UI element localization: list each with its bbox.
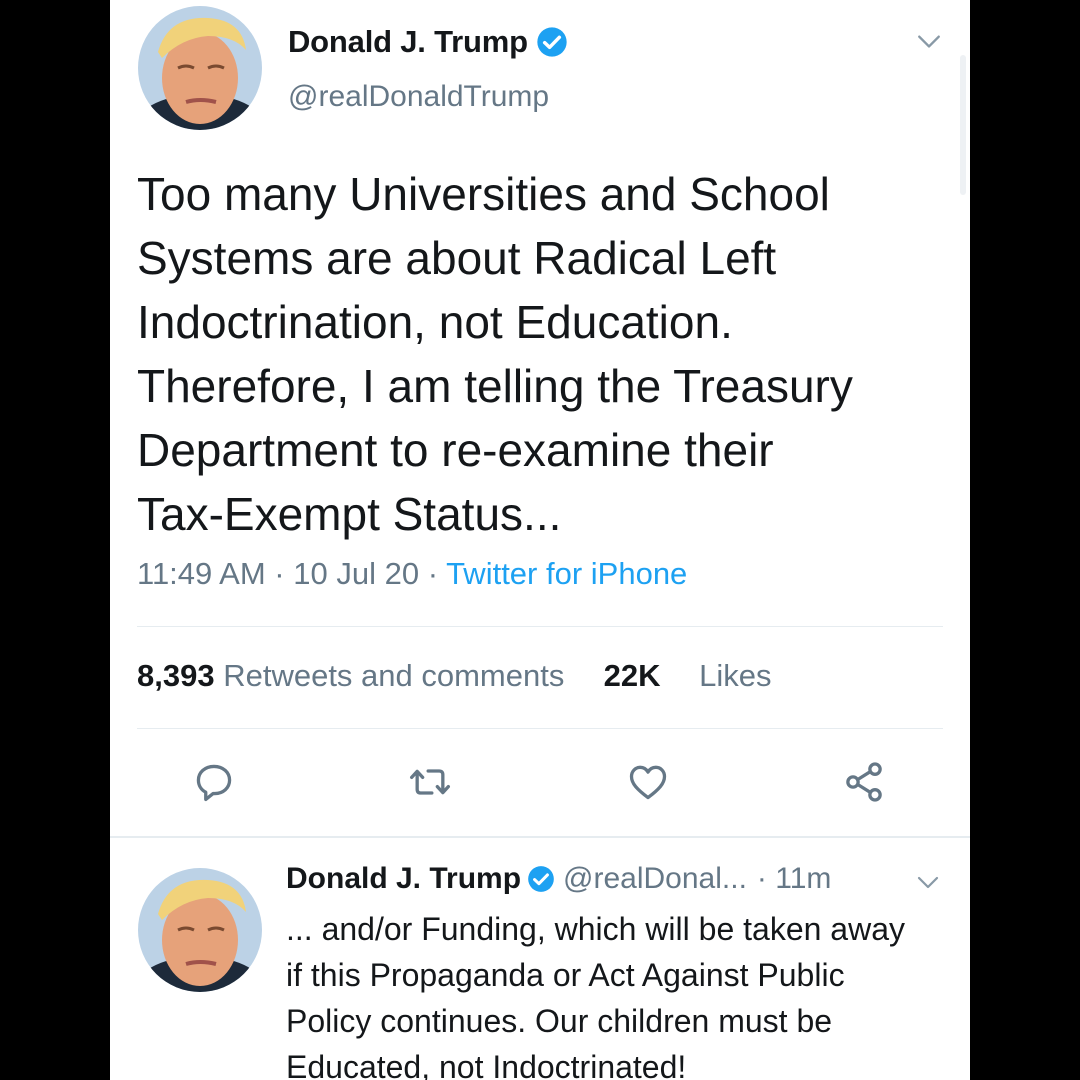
- tweet-text-line: Department to re-examine their: [137, 424, 774, 476]
- thread-divider: [110, 836, 970, 838]
- like-button[interactable]: [626, 760, 667, 804]
- tweet-text: Too many Universities and School Systems…: [137, 162, 937, 546]
- meta-separator: ·: [265, 556, 294, 591]
- share-icon: [846, 762, 882, 802]
- scrollbar[interactable]: [960, 55, 966, 195]
- likes-stat[interactable]: 22K Likes: [604, 658, 772, 693]
- meta-separator: ·: [419, 556, 447, 591]
- likes-label: Likes: [699, 658, 772, 693]
- tweet-text-line: Too many Universities and School: [137, 168, 830, 220]
- author-avatar[interactable]: [138, 6, 262, 130]
- divider: [137, 626, 943, 627]
- reply-text-line: Educated, not Indoctrinated!: [286, 1049, 687, 1080]
- chevron-down-icon[interactable]: [916, 28, 942, 54]
- reply-header[interactable]: Donald J. Trump @realDonal... · 11m: [286, 862, 831, 896]
- reply-text-line: if this Propaganda or Act Against Public: [286, 957, 845, 993]
- retweets-stat[interactable]: 8,393 Retweets and comments: [137, 658, 564, 693]
- author-handle[interactable]: @realDonaldTrump: [288, 80, 549, 114]
- verified-badge-icon: [537, 27, 567, 57]
- tweet-meta: 11:49 AM · 10 Jul 20 · Twitter for iPhon…: [137, 556, 687, 592]
- tweet-text-line: Systems are about Radical Left: [137, 232, 777, 284]
- retweet-button[interactable]: [408, 760, 450, 804]
- retweet-icon: [410, 769, 450, 795]
- reply-text-line: ... and/or Funding, which will be taken …: [286, 911, 905, 947]
- tweet-time: 11:49 AM: [137, 556, 266, 591]
- reply-age: · 11m: [756, 862, 832, 895]
- reply-author-name[interactable]: Donald J. Trump: [286, 862, 521, 896]
- reply-text[interactable]: ... and/or Funding, which will be taken …: [286, 906, 956, 1080]
- tweet-text-line: Therefore, I am telling the Treasury: [137, 360, 853, 412]
- divider: [137, 728, 943, 729]
- chevron-down-icon[interactable]: [916, 870, 940, 894]
- tweet-date: 10 Jul 20: [293, 556, 420, 591]
- tweet-source-link[interactable]: Twitter for iPhone: [446, 556, 687, 591]
- retweets-count: 8,393: [137, 658, 215, 693]
- reply-icon: [196, 764, 232, 802]
- reply-author-handle[interactable]: @realDonal...: [563, 862, 747, 896]
- share-button[interactable]: [842, 760, 882, 804]
- author-name[interactable]: Donald J. Trump: [288, 24, 528, 60]
- tweet-text-line: Tax-Exempt Status...: [137, 488, 562, 540]
- reply-button[interactable]: [192, 760, 232, 804]
- likes-count: 22K: [603, 658, 661, 693]
- reply-text-line: Policy continues. Our children must be: [286, 1003, 833, 1039]
- author-name-row[interactable]: Donald J. Trump: [288, 24, 568, 60]
- verified-badge-icon: [528, 866, 554, 892]
- tweet-stats: 8,393 Retweets and comments 22K Likes: [137, 658, 771, 694]
- retweets-label: Retweets and comments: [223, 658, 565, 693]
- heart-icon: [629, 765, 667, 800]
- reply-author-avatar[interactable]: [138, 868, 262, 992]
- tweet-text-line: Indoctrination, not Education.: [137, 296, 733, 348]
- tweet-screen: Donald J. Trump @realDonaldTrump Too man…: [110, 0, 970, 1080]
